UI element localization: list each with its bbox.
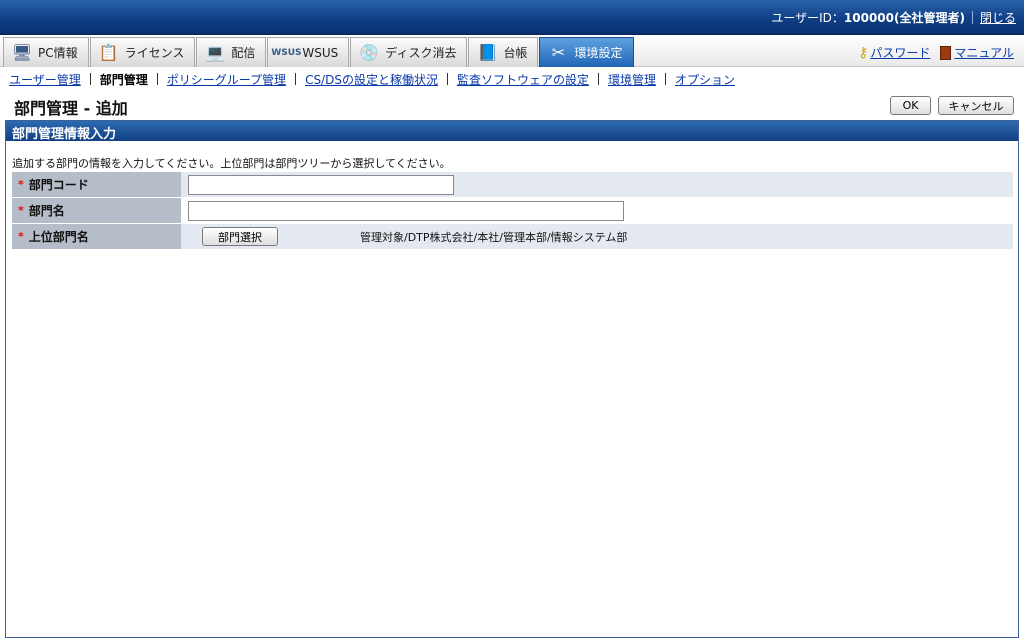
delivery-icon: 💻: [205, 43, 226, 62]
password-link[interactable]: パスワード: [870, 44, 930, 61]
tab-delivery[interactable]: 💻 配信: [196, 37, 267, 67]
subnav-policy-group[interactable]: ポリシーグループ管理: [167, 71, 286, 88]
tab-ledger[interactable]: 📘 台帳: [468, 37, 539, 67]
field-value: 部門選択 管理対象/DTP株式会社/本社/管理本部/情報システム部: [181, 224, 1013, 249]
manual-link[interactable]: マニュアル: [954, 44, 1014, 61]
close-link[interactable]: 閉じる: [980, 9, 1016, 26]
subnav-dept-management: 部門管理: [99, 72, 148, 87]
subnav-user-management[interactable]: ユーザー管理: [9, 71, 81, 88]
required-mark: *: [18, 204, 24, 217]
dept-form: * 部門コード * 部門名 * 上位部門名 部門選択 管理対象/DTP株式会社/…: [12, 172, 1013, 250]
dept-code-input[interactable]: [188, 174, 454, 195]
cancel-button[interactable]: キャンセル: [938, 96, 1014, 115]
tab-environment-settings[interactable]: ✂ 環境設定: [539, 37, 634, 67]
divider: [446, 73, 448, 85]
select-dept-button[interactable]: 部門選択: [202, 227, 278, 246]
pc-icon: 🖥: [11, 43, 33, 62]
tab-label: 台帳: [503, 46, 528, 60]
subnav-cs-ds-status[interactable]: CS/DSの設定と稼働状況: [305, 71, 438, 88]
dept-info-panel: 部門管理情報入力 追加する部門の情報を入力してください。上位部門は部門ツリーから…: [5, 120, 1019, 638]
settings-tools-icon: ✂: [551, 43, 566, 62]
tab-label: ライセンス: [124, 46, 185, 60]
divider: [295, 73, 297, 85]
divider: [971, 11, 973, 24]
tab-disk-erase[interactable]: 💿 ディスク消去: [350, 37, 468, 67]
subnav-audit-software[interactable]: 監査ソフトウェアの設定: [457, 71, 589, 88]
subnav-environment-management[interactable]: 環境管理: [608, 71, 656, 88]
tab-label: 環境設定: [574, 46, 623, 60]
top-header: ユーザーID： 100000(全社管理者) 閉じる: [0, 0, 1024, 35]
book-icon: [940, 45, 952, 60]
ledger-icon: 📘: [477, 43, 498, 62]
main-tab-bar: 🖥 PC情報 📋 ライセンス 💻 配信 WSUS WSUS 💿 ディスク消去 📘…: [0, 35, 1024, 67]
parent-dept-path: 管理対象/DTP株式会社/本社/管理本部/情報システム部: [360, 230, 628, 244]
tab-label: 配信: [231, 46, 256, 60]
parent-dept-label: 上位部門名: [28, 230, 89, 244]
instruction-text: 追加する部門の情報を入力してください。上位部門は部門ツリーから選択してください。: [12, 157, 451, 170]
field-label: * 部門名: [12, 198, 181, 223]
user-id-label: ユーザーID：: [771, 11, 844, 25]
disk-erase-icon: 💿: [359, 43, 380, 62]
tab-label: ディスク消去: [385, 46, 457, 60]
divider: [665, 73, 666, 85]
user-id-value: 100000(全社管理者): [843, 11, 965, 25]
dept-code-label: 部門コード: [28, 178, 89, 192]
tab-pc-info[interactable]: 🖥 PC情報: [3, 37, 89, 67]
key-icon: ⚷: [858, 44, 869, 61]
divider: [156, 73, 158, 85]
tab-wsus[interactable]: WSUS WSUS: [267, 37, 350, 67]
required-mark: *: [18, 230, 24, 243]
sub-navigation: ユーザー管理 部門管理 ポリシーグループ管理 CS/DSの設定と稼働状況 監査ソ…: [9, 71, 735, 87]
divider: [89, 73, 91, 85]
ok-button[interactable]: OK: [890, 96, 931, 115]
section-title: 部門管理情報入力: [6, 121, 1018, 142]
license-icon: 📋: [98, 43, 119, 62]
form-row-dept-code: * 部門コード: [12, 172, 1013, 198]
wsus-icon: WSUS: [271, 47, 302, 58]
field-label: * 部門コード: [12, 172, 181, 197]
tab-label: PC情報: [38, 46, 78, 60]
field-label: * 上位部門名: [12, 224, 181, 249]
tab-license[interactable]: 📋 ライセンス: [89, 37, 196, 67]
divider: [597, 73, 599, 85]
tab-label: WSUS: [302, 45, 339, 60]
top-links: ⚷ パスワード マニュアル: [858, 44, 1014, 61]
field-value: [181, 198, 1013, 223]
subnav-options[interactable]: オプション: [675, 71, 735, 88]
dept-name-label: 部門名: [28, 204, 65, 218]
field-value: [181, 172, 1013, 197]
page-title: 部門管理 - 追加: [14, 99, 128, 118]
form-row-dept-name: * 部門名: [12, 198, 1013, 224]
user-info: ユーザーID： 100000(全社管理者) 閉じる: [771, 9, 1016, 26]
dept-name-input[interactable]: [188, 200, 624, 221]
form-row-parent-dept: * 上位部門名 部門選択 管理対象/DTP株式会社/本社/管理本部/情報システム…: [12, 224, 1013, 250]
required-mark: *: [18, 178, 24, 191]
